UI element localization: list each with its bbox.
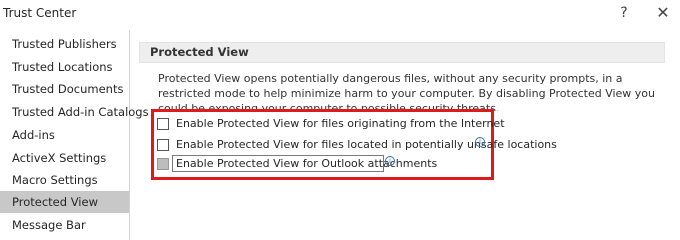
sidebar-item-trusted-locations[interactable]: Trusted Locations <box>0 56 129 78</box>
checkbox-unsafe-locations[interactable] <box>157 139 169 151</box>
window-title: Trust Center <box>3 6 77 20</box>
sidebar-item-add-ins[interactable]: Add-ins <box>0 124 129 146</box>
sidebar-item-protected-view[interactable]: Protected View <box>0 191 129 213</box>
checkbox-internet-files[interactable] <box>157 118 169 130</box>
label-internet-files[interactable]: Enable Protected View for files originat… <box>176 117 505 130</box>
sidebar-item-trusted-publishers[interactable]: Trusted Publishers <box>0 33 129 55</box>
main-panel: Protected View Protected View opens pote… <box>131 30 680 240</box>
section-header: Protected View <box>139 42 665 63</box>
checkbox-outlook-attachments[interactable] <box>157 158 169 170</box>
info-icon[interactable]: i <box>385 156 395 166</box>
sidebar-item-macro-settings[interactable]: Macro Settings <box>0 169 129 191</box>
sidebar-item-activex-settings[interactable]: ActiveX Settings <box>0 147 129 169</box>
info-icon[interactable]: i <box>475 137 485 147</box>
label-unsafe-locations[interactable]: Enable Protected View for files located … <box>176 138 557 151</box>
sidebar: Trusted Publishers Trusted Locations Tru… <box>0 30 149 240</box>
sidebar-item-trusted-add-in-catalogs[interactable]: Trusted Add-in Catalogs <box>0 101 149 123</box>
close-button[interactable]: ✕ <box>653 3 673 23</box>
description-text: Protected View opens potentially dangero… <box>158 72 656 111</box>
help-button[interactable]: ? <box>614 3 634 23</box>
sidebar-item-message-bar[interactable]: Message Bar <box>0 214 129 236</box>
sidebar-item-trusted-documents[interactable]: Trusted Documents <box>0 78 129 100</box>
label-outlook-attachments[interactable]: Enable Protected View for Outlook attach… <box>176 157 437 170</box>
title-bar: Trust Center ? ✕ <box>0 0 680 30</box>
